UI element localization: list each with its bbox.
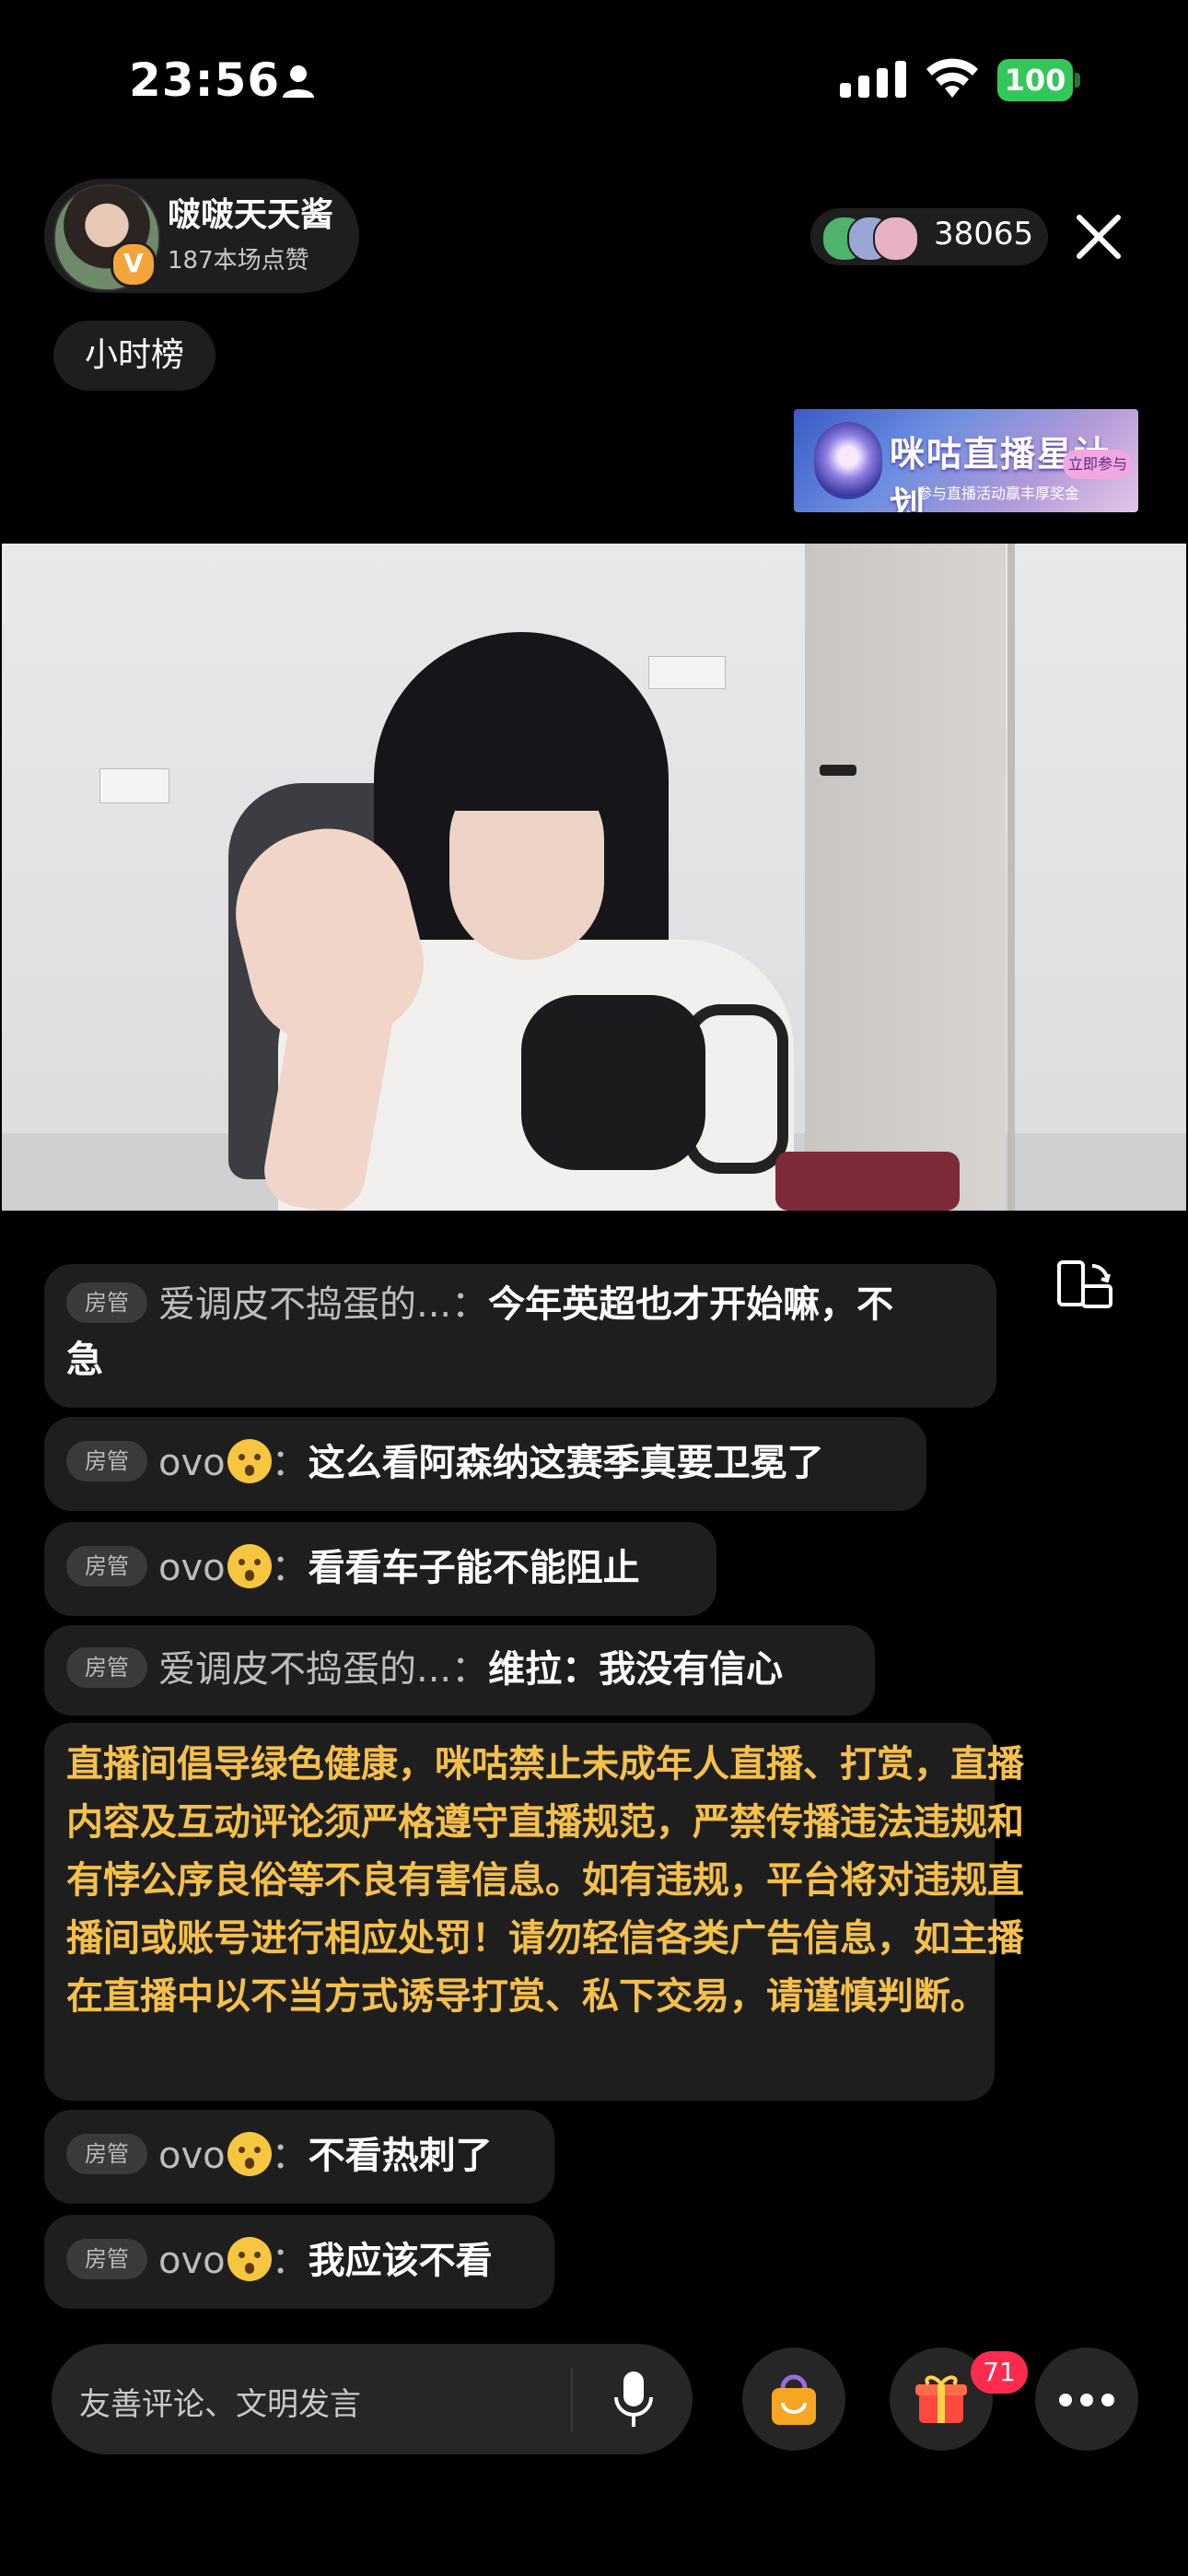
anchor-name: 啵啵天天酱 — [168, 196, 334, 234]
chat-separator: ： — [451, 1648, 489, 1691]
more-icon — [1059, 2394, 1072, 2406]
status-time: 23:56 — [129, 53, 281, 107]
viewer-avatar[interactable] — [873, 216, 919, 262]
chat-text: 今年英超也才开始嘛，不 — [488, 1283, 894, 1326]
mic-icon[interactable] — [613, 2370, 654, 2430]
chat-username[interactable]: ovo — [158, 1547, 226, 1589]
chat-username[interactable]: 爱调皮不捣蛋的... — [158, 1283, 451, 1326]
chat-text: 这么看阿森纳这赛季真要卫冕了 — [308, 1442, 824, 1484]
role-badge: 房管 — [66, 1282, 147, 1323]
chat-separator: ： — [271, 2240, 309, 2282]
chat-message[interactable]: 房管 爱调皮不捣蛋的...：维拉：我没有信心 — [44, 1625, 875, 1715]
chat-message[interactable]: 房管 ovo ：不看热刺了 — [44, 2110, 554, 2204]
chat-text: 维拉：我没有信心 — [488, 1648, 784, 1691]
gift-count-badge: 71 — [971, 2351, 1028, 2394]
shopping-bag-button[interactable] — [742, 2348, 845, 2451]
banner-subtitle: 参与直播活动赢丰厚奖金 — [917, 485, 1080, 502]
chat-text: 我应该不看 — [308, 2240, 493, 2282]
chat-username[interactable]: ovo — [158, 1442, 226, 1484]
viewer-count[interactable]: 38065 — [934, 216, 1033, 252]
hushed-face-emoji-icon — [227, 2132, 272, 2176]
role-badge: 房管 — [66, 1647, 147, 1688]
role-badge: 房管 — [66, 1546, 147, 1587]
hushed-face-emoji-icon — [227, 1439, 272, 1483]
platform-notice: 直播间倡导绿色健康，咪咕禁止未成年人直播、打赏，直播内容及互动评论须严格遵守直播… — [44, 1723, 1024, 2101]
chat-separator: ： — [271, 1442, 309, 1484]
more-button[interactable] — [1035, 2348, 1138, 2451]
event-banner[interactable]: 咪咕直播星计划 参与直播活动赢丰厚奖金 立即参与 — [794, 409, 1138, 512]
chat-text: 不看热刺了 — [308, 2135, 493, 2177]
chat-message[interactable]: 房管 ovo ：我应该不看 — [44, 2215, 554, 2309]
chat-username[interactable]: 爱调皮不捣蛋的... — [158, 1648, 451, 1691]
chat-message[interactable]: 房管 ovo ：看看车子能不能阻止 — [44, 1522, 716, 1616]
battery-indicator: 100 — [997, 59, 1082, 101]
role-badge: 房管 — [66, 2134, 147, 2174]
microphone — [521, 995, 705, 1170]
shopping-bag-icon — [772, 2374, 816, 2425]
gift-icon — [915, 2375, 967, 2423]
cellular-signal-icon — [840, 61, 906, 98]
chat-message[interactable]: 房管 ovo ：这么看阿森纳这赛季真要卫冕了 — [44, 1417, 926, 1511]
hushed-face-emoji-icon — [227, 1544, 272, 1588]
platform-notice-text: 直播间倡导绿色健康，咪咕禁止未成年人直播、打赏，直播内容及互动评论须严格遵守直播… — [66, 1743, 1024, 2018]
door — [805, 544, 1006, 1211]
chat-separator: ： — [271, 1547, 309, 1589]
input-divider — [571, 2368, 573, 2432]
verified-v-badge: V — [111, 241, 157, 287]
role-badge: 房管 — [66, 1441, 147, 1481]
chat-username[interactable]: ovo — [158, 2135, 226, 2177]
chat-message[interactable]: 房管 爱调皮不捣蛋的...：今年英超也才开始嘛，不 急 — [44, 1264, 996, 1408]
live-video[interactable] — [2, 544, 1186, 1211]
comment-placeholder[interactable]: 友善评论、文明发言 — [79, 2379, 361, 2424]
hushed-face-emoji-icon — [227, 2237, 272, 2281]
close-icon[interactable] — [1072, 210, 1125, 263]
chat-text: 急 — [66, 1339, 103, 1381]
chat-separator: ： — [271, 2135, 309, 2177]
chat-text: 看看车子能不能阻止 — [308, 1547, 640, 1589]
banner-orb-graphic — [814, 422, 882, 499]
hour-rank-button[interactable]: 小时榜 — [53, 321, 215, 391]
battery-percent: 100 — [1004, 63, 1066, 98]
anchor-likes: 187本场点赞 — [168, 247, 309, 275]
rotate-screen-icon[interactable] — [1055, 1259, 1114, 1314]
chat-separator: ： — [451, 1283, 489, 1326]
wifi-icon — [926, 58, 978, 98]
person-icon — [283, 65, 314, 98]
role-badge: 房管 — [66, 2239, 147, 2279]
banner-tag: 立即参与 — [1063, 450, 1133, 479]
chat-username[interactable]: ovo — [158, 2240, 226, 2282]
